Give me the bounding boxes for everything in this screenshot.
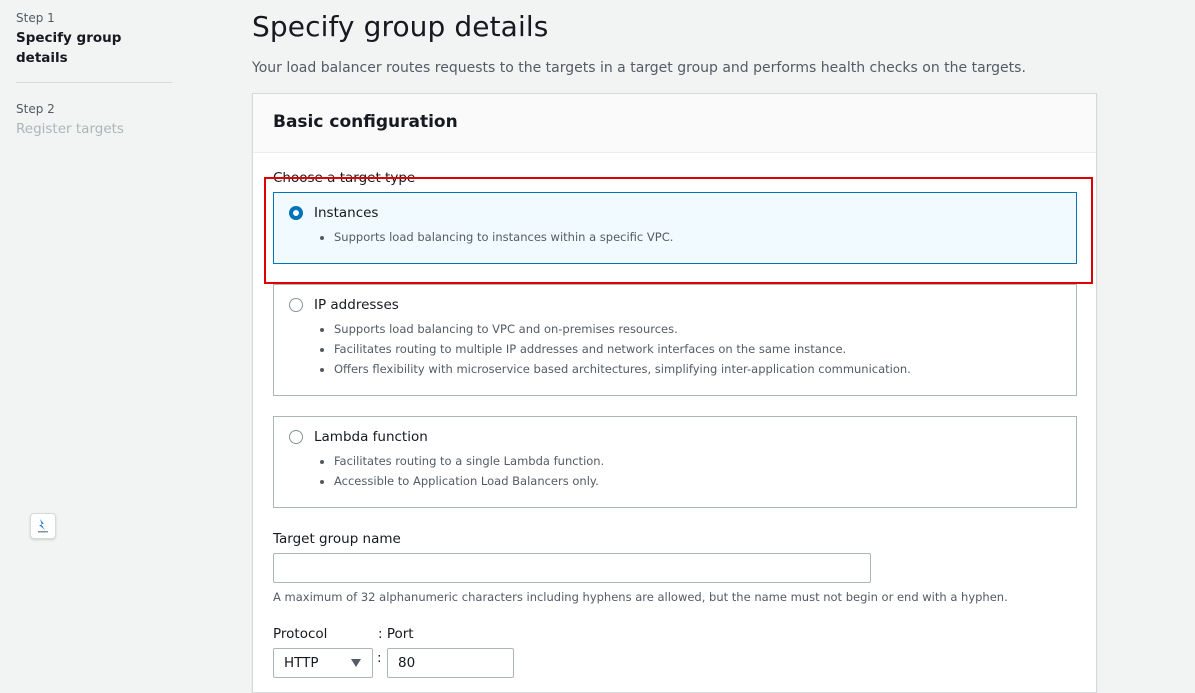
wizard-steps: Step 1 Specify group details Step 2 Regi… — [16, 10, 172, 139]
panel-header: Basic configuration — [253, 94, 1096, 153]
panel-title: Basic configuration — [273, 112, 458, 132]
basic-configuration-panel: Basic configuration Choose a target type… — [252, 93, 1097, 693]
step-number: Step 1 — [16, 11, 55, 25]
step-2: Step 2 Register targets — [16, 101, 172, 139]
assistant-widget-icon — [38, 519, 48, 533]
target-group-name-input[interactable] — [273, 553, 871, 583]
step-number: Step 2 — [16, 102, 55, 116]
target-type-instances-tile[interactable]: Instances Supports load balancing to ins… — [273, 192, 1077, 264]
page-description: Your load balancer routes requests to th… — [252, 60, 1026, 76]
protocol-select-value: HTTP — [284, 655, 319, 671]
main-content: Specify group details Your load balancer… — [252, 0, 1097, 693]
protocol-port-separator: : — [377, 650, 382, 666]
tile-title: IP addresses — [314, 297, 399, 313]
tile-bullets: Supports load balancing to VPC and on-pr… — [314, 319, 1060, 379]
tile-bullet: Facilitates routing to multiple IP addre… — [334, 339, 1060, 359]
target-type-ip-addresses-tile[interactable]: IP addresses Supports load balancing to … — [273, 284, 1077, 396]
target-group-name-hint: A maximum of 32 alphanumeric characters … — [273, 590, 1008, 604]
protocol-select[interactable]: HTTP — [273, 648, 373, 678]
radio-unselected-icon[interactable] — [289, 298, 303, 312]
radio-selected-icon[interactable] — [289, 206, 303, 220]
tile-bullet: Facilitates routing to a single Lambda f… — [334, 451, 1060, 471]
target-type-label: Choose a target type — [273, 170, 416, 186]
radio-unselected-icon[interactable] — [289, 430, 303, 444]
tile-bullet: Accessible to Application Load Balancers… — [334, 471, 1060, 491]
port-label: : Port — [378, 626, 414, 642]
tile-title: Instances — [314, 205, 379, 221]
protocol-label: Protocol — [273, 626, 328, 642]
step-divider — [16, 82, 172, 83]
tile-title: Lambda function — [314, 429, 428, 445]
tile-bullets: Supports load balancing to instances wit… — [314, 227, 1060, 247]
target-type-lambda-function-tile[interactable]: Lambda function Facilitates routing to a… — [273, 416, 1077, 508]
step-link-specify-group-details[interactable]: Specify group details — [16, 28, 172, 68]
step-link-register-targets: Register targets — [16, 121, 124, 137]
assistant-widget-button[interactable] — [30, 513, 56, 539]
tile-bullet: Supports load balancing to VPC and on-pr… — [334, 319, 1060, 339]
target-group-name-label: Target group name — [273, 531, 401, 547]
page-title: Specify group details — [252, 10, 549, 43]
port-input[interactable] — [387, 648, 514, 678]
tile-bullet: Supports load balancing to instances wit… — [334, 227, 1060, 247]
tile-bullet: Offers flexibility with microservice bas… — [334, 359, 1060, 379]
caret-down-icon — [351, 659, 361, 667]
step-1: Step 1 Specify group details — [16, 10, 172, 68]
tile-bullets: Facilitates routing to a single Lambda f… — [314, 451, 1060, 491]
